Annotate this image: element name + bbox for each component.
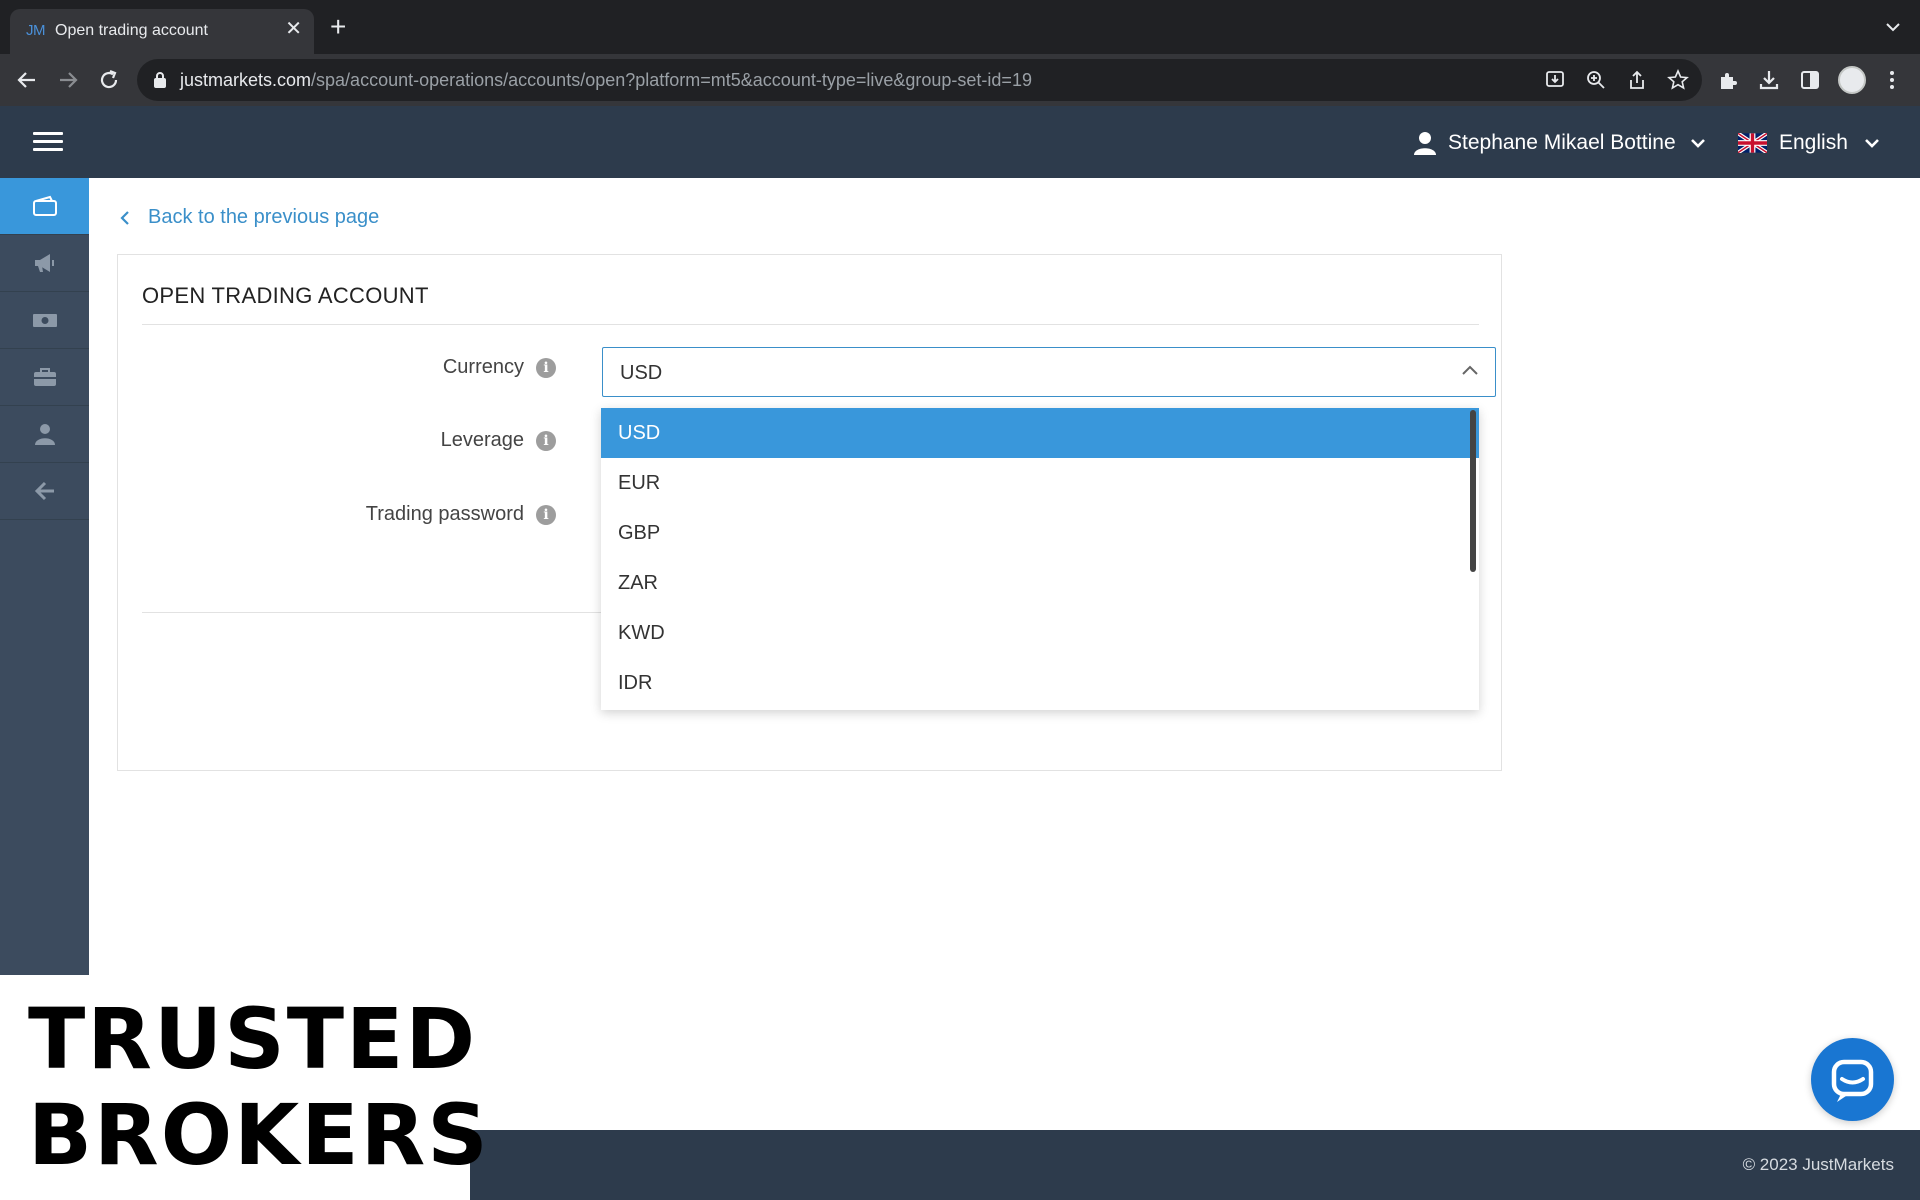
sidebar-item-accounts[interactable] xyxy=(0,178,89,235)
currency-option[interactable]: ZAR xyxy=(601,558,1479,608)
arrow-left-icon xyxy=(34,481,54,501)
currency-option[interactable]: KWD xyxy=(601,608,1479,658)
currency-option[interactable]: GBP xyxy=(601,508,1479,558)
chevron-down-icon xyxy=(1690,139,1705,148)
info-icon[interactable]: i xyxy=(536,504,556,525)
hamburger-menu-icon[interactable] xyxy=(33,132,63,152)
info-icon[interactable]: i xyxy=(536,430,556,451)
share-icon[interactable] xyxy=(1626,69,1648,91)
chat-bubble-icon xyxy=(1831,1059,1874,1102)
browser-tab[interactable]: JM Open trading account ✕ xyxy=(10,9,314,54)
lock-icon[interactable] xyxy=(153,71,167,89)
url-path: /spa/account-operations/accounts/open?pl… xyxy=(311,70,1032,90)
download-icon[interactable] xyxy=(1757,68,1781,92)
chevron-down-icon xyxy=(1864,139,1879,148)
user-icon xyxy=(34,424,55,445)
currency-dropdown: USD EUR GBP ZAR KWD IDR xyxy=(601,408,1479,710)
forward-arrow-icon[interactable] xyxy=(56,68,80,92)
currency-label: Currency i xyxy=(443,356,556,379)
extensions-icon[interactable] xyxy=(1716,68,1740,92)
url-text: justmarkets.com/spa/account-operations/a… xyxy=(180,70,1032,91)
back-arrow-icon[interactable] xyxy=(15,68,39,92)
currency-option[interactable]: IDR xyxy=(601,658,1479,708)
install-app-icon[interactable] xyxy=(1544,69,1566,91)
info-icon[interactable]: i xyxy=(536,357,556,378)
browser-tab-bar: JM Open trading account ✕ + xyxy=(0,0,1920,54)
copyright: © 2023 JustMarkets xyxy=(1742,1155,1894,1174)
language-selector[interactable]: English xyxy=(1738,128,1880,158)
sidebar-item-promotions[interactable] xyxy=(0,235,89,292)
trading-password-label-text: Trading password xyxy=(365,503,524,525)
chevron-up-icon xyxy=(1462,365,1478,375)
url-host: justmarkets.com xyxy=(180,70,312,90)
profile-avatar[interactable] xyxy=(1838,66,1866,94)
leverage-label-text: Leverage xyxy=(440,429,524,451)
tab-search-chevron-icon[interactable] xyxy=(1884,18,1902,36)
page-title: OPEN TRADING ACCOUNT xyxy=(142,283,429,308)
back-link-label: Back to the previous page xyxy=(148,206,380,228)
bookmark-star-icon[interactable] xyxy=(1667,69,1689,91)
sidebar-item-logout[interactable] xyxy=(0,463,89,520)
browser-toolbar: justmarkets.com/spa/account-operations/a… xyxy=(0,54,1920,106)
chevron-left-icon xyxy=(120,210,129,225)
app-header: Stephane Mikael Bottine English xyxy=(0,106,1920,178)
leverage-label: Leverage i xyxy=(441,429,556,452)
uk-flag-icon xyxy=(1738,133,1767,153)
briefcase-icon xyxy=(33,368,56,386)
tab-favicon: JM xyxy=(26,22,46,39)
currency-option[interactable]: USD xyxy=(601,408,1479,458)
currency-select-value: USD xyxy=(620,362,663,384)
language-label: English xyxy=(1779,131,1848,154)
live-chat-button[interactable] xyxy=(1811,1038,1894,1121)
user-icon xyxy=(1414,132,1436,155)
sidebar-item-profile[interactable] xyxy=(0,406,89,463)
megaphone-icon xyxy=(34,254,54,272)
back-link[interactable]: Back to the previous page xyxy=(120,206,379,229)
wallet-icon xyxy=(32,195,57,216)
sidebar xyxy=(0,178,89,975)
watermark-line-1: TRUSTED xyxy=(28,990,478,1088)
tab-title: Open trading account xyxy=(55,22,208,39)
new-tab-icon[interactable]: + xyxy=(330,13,346,41)
side-panel-icon[interactable] xyxy=(1798,68,1822,92)
currency-select[interactable]: USD xyxy=(602,347,1496,397)
user-name: Stephane Mikael Bottine xyxy=(1448,131,1676,154)
divider xyxy=(142,324,1479,325)
trading-password-label: Trading password i xyxy=(366,503,556,526)
currency-label-text: Currency xyxy=(442,356,524,378)
trusted-brokers-watermark: TRUSTED BROKERS xyxy=(0,975,488,1200)
user-menu[interactable]: Stephane Mikael Bottine xyxy=(1414,128,1706,158)
sidebar-item-finance[interactable] xyxy=(0,292,89,349)
sidebar-item-partnership[interactable] xyxy=(0,349,89,406)
reload-icon[interactable] xyxy=(97,68,121,92)
browser-menu-icon[interactable] xyxy=(1880,68,1904,92)
zoom-icon[interactable] xyxy=(1585,69,1607,91)
watermark-line-2: BROKERS xyxy=(28,1086,490,1184)
money-icon xyxy=(32,314,57,327)
dropdown-scrollbar[interactable] xyxy=(1470,410,1476,572)
currency-option[interactable]: EUR xyxy=(601,458,1479,508)
tab-close-icon[interactable]: ✕ xyxy=(285,19,302,39)
address-bar[interactable]: justmarkets.com/spa/account-operations/a… xyxy=(137,59,1702,101)
